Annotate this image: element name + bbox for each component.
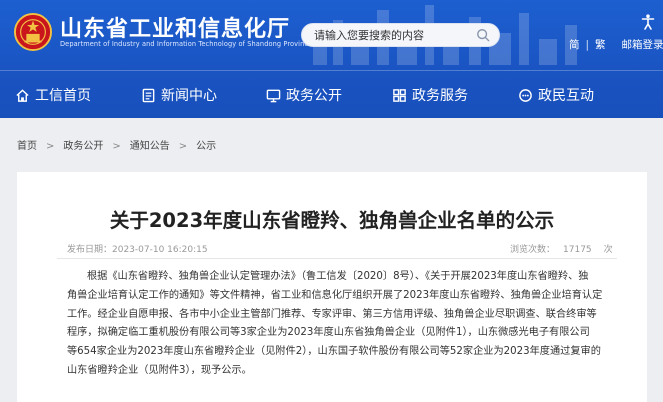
breadcrumb-home[interactable]: 首页 xyxy=(17,137,37,152)
document-icon xyxy=(142,88,155,102)
nav-item-label: 工信首页 xyxy=(35,88,91,104)
breadcrumb-notices[interactable]: 通知公告 xyxy=(130,137,170,152)
simplified-chinese-link[interactable]: 简 xyxy=(569,37,580,52)
body-line: 程序，拟确定临工重机股份有限公司等3家企业为2023年度山东省独角兽企业（见附件… xyxy=(67,327,590,339)
article-title: 关于2023年度山东省瞪羚、独角兽企业名单的公示 xyxy=(109,209,555,232)
national-emblem-icon[interactable] xyxy=(14,13,52,51)
divider xyxy=(57,258,617,259)
mail-login-link[interactable]: 邮箱登录 xyxy=(622,37,663,52)
view-count-label: 浏览次数： xyxy=(510,245,556,255)
site-subtitle: Department of Industry and Information T… xyxy=(60,40,313,48)
nav-item-label: 新闻中心 xyxy=(161,88,217,104)
search-icon[interactable] xyxy=(476,28,490,42)
nav-item-label: 政务服务 xyxy=(412,88,468,104)
search-box xyxy=(301,23,500,47)
nav-item-news[interactable]: 新闻中心 xyxy=(141,85,217,105)
accessibility-icon[interactable] xyxy=(641,14,655,30)
chat-icon xyxy=(519,88,532,102)
body-line: 角兽企业培育认定工作的通知》等文件精神，省工业和信息化厅组织开展了2023年度山… xyxy=(67,289,603,301)
body-line: 工作。经企业自愿申报、各市中小企业主管部门推荐、专家评审、第三方信用评级、独角兽… xyxy=(67,308,597,320)
main-nav: 工信首页 新闻中心 政务公开 政务服务 政民互动 xyxy=(0,71,663,118)
site-title[interactable]: 山东省工业和信息化厅 xyxy=(60,11,290,43)
article-card: 关于2023年度山东省瞪羚、独角兽企业名单的公示 发布日期：2023-07-10… xyxy=(17,172,647,402)
body-line: 等654家企业为2023年度山东省瞪羚企业（见附件2），山东国子软件股份有限公司… xyxy=(67,346,601,358)
top-links: 简 | 繁 邮箱登录 xyxy=(569,37,663,52)
body-line: 根据《山东省瞪羚、独角兽企业认定管理办法》（鲁工信发〔2020〕8号）、《关于开… xyxy=(87,271,589,282)
view-count: 浏览次数： 17175 次 xyxy=(510,242,613,255)
link-separator: | xyxy=(585,39,590,51)
publish-date: 发布日期：2023-07-10 16:20:15 xyxy=(67,245,208,255)
breadcrumb-separator: > xyxy=(46,141,55,152)
breadcrumb: 首页 > 政务公开 > 通知公告 > 公示 xyxy=(17,137,216,152)
nav-item-label: 政务公开 xyxy=(286,88,342,104)
body-line: 山东省瞪羚企业（见附件3），现予公示。 xyxy=(67,364,252,376)
traditional-chinese-link[interactable]: 繁 xyxy=(595,37,606,52)
breadcrumb-separator: > xyxy=(178,141,188,152)
article-body: 根据《山东省瞪羚、独角兽企业认定管理办法》（鲁工信发〔2020〕8号）、《关于开… xyxy=(67,268,627,381)
breadcrumb-separator: > xyxy=(112,141,121,152)
view-count-unit: 次 xyxy=(603,245,613,255)
nav-item-label: 政民互动 xyxy=(538,88,594,104)
breadcrumb-government-affairs[interactable]: 政务公开 xyxy=(63,137,103,152)
site-header: 山东省工业和信息化厅 Department of Industry and In… xyxy=(0,0,663,118)
breadcrumb-public-announcement[interactable]: 公示 xyxy=(196,137,216,152)
search-input[interactable] xyxy=(314,24,474,46)
nav-item-home[interactable]: 工信首页 xyxy=(15,85,91,105)
grid-icon xyxy=(393,88,406,102)
nav-item-government-affairs[interactable]: 政务公开 xyxy=(266,85,342,105)
home-icon xyxy=(16,88,29,102)
view-count-value: 17175 xyxy=(563,245,592,255)
monitor-icon xyxy=(266,89,281,102)
nav-item-government-services[interactable]: 政务服务 xyxy=(392,85,468,105)
nav-item-public-interaction[interactable]: 政民互动 xyxy=(518,85,594,105)
